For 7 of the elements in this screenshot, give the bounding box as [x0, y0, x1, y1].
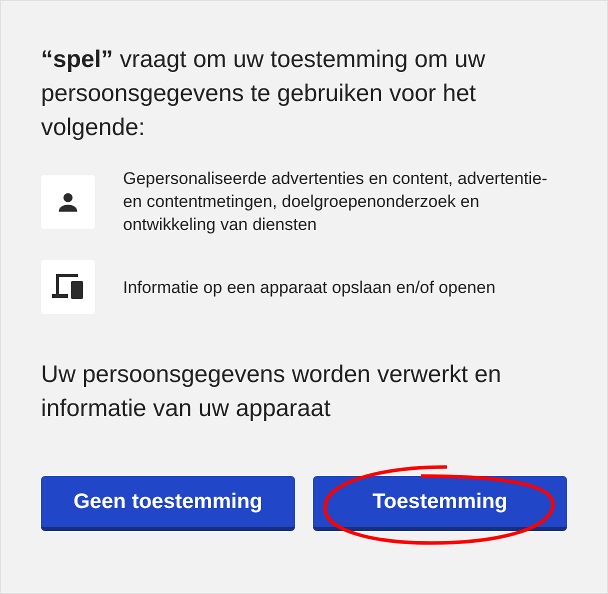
processing-notice: Uw persoonsgegevens worden verwerkt en informatie van uw apparaat	[41, 360, 502, 424]
purpose-text: Gepersonaliseerde advertenties en content, advertentie-en contentmetingen, doelgroepenonderzoek en ontwikkeling van diensten	[123, 168, 548, 236]
consent-button[interactable]: Toestemming	[313, 476, 567, 531]
devices-icon	[51, 272, 85, 302]
purpose-text: Informatie op een apparaat opslaan en/of openen	[123, 276, 496, 298]
consent-heading: “spel” vraagt om uw toestemming om uw persoonsgegevens te gebruiken voor het volgende:	[41, 45, 486, 143]
consent-button[interactable]: Geen toestemming	[41, 476, 295, 531]
